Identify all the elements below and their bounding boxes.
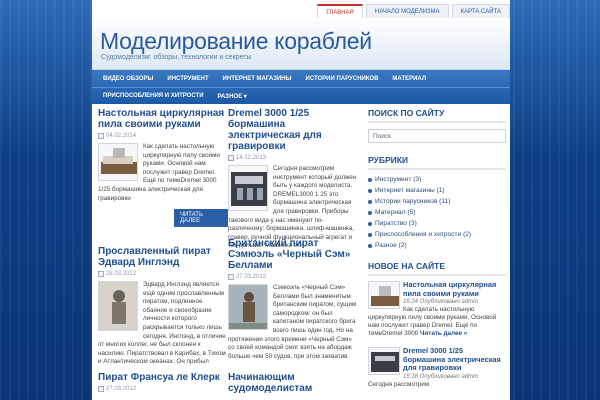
category-item[interactable]: Разное (2) bbox=[368, 240, 506, 251]
post-thumbnail[interactable] bbox=[228, 284, 268, 330]
post-card: Прославленный пират Эдвард Инглэнд 28.03… bbox=[98, 246, 228, 375]
post-title[interactable]: Британский пират Сэмюэль «Черный Сэм» Бе… bbox=[228, 238, 358, 271]
posts-area: Настольная циркулярная пила своими рукам… bbox=[98, 108, 360, 400]
new-post-read-more[interactable]: Читать далее » bbox=[420, 330, 467, 337]
new-post-thumbnail[interactable] bbox=[368, 281, 400, 309]
bullet-icon bbox=[368, 210, 372, 215]
site-tagline: Судомоделизм: обзоры, технологии и секре… bbox=[101, 54, 252, 61]
calendar-icon bbox=[98, 386, 104, 392]
nav-online-stores[interactable]: Интернет магазины bbox=[216, 76, 299, 82]
post-title[interactable]: Настольная циркулярная пила своими рукам… bbox=[98, 108, 228, 130]
main-nav: Видео обзоры Инструмент Интернет магазин… bbox=[92, 70, 510, 104]
pirate-painting-icon bbox=[229, 285, 267, 329]
post-meta: 27.03.2012 bbox=[98, 386, 228, 392]
post-excerpt: Сэмюэль «Черный Сэм» Беллами был знамени… bbox=[228, 284, 358, 378]
category-item[interactable]: Инструмент (3) bbox=[368, 174, 506, 185]
category-item[interactable]: Пиратство (3) bbox=[368, 218, 506, 229]
category-label: Инструмент (3) bbox=[375, 176, 422, 183]
bullet-icon bbox=[368, 221, 372, 226]
category-label: Пиратство (3) bbox=[375, 220, 417, 227]
post-date: 27.03.2012 bbox=[236, 274, 267, 280]
post-date: 27.03.2012 bbox=[106, 386, 137, 392]
categories-list: Инструмент (3) Интернет магазины (1) Ист… bbox=[368, 174, 506, 251]
new-post-item: Dremel 3000 1/25 бормашина электрическая… bbox=[368, 343, 506, 389]
post-title[interactable]: Прославленный пират Эдвард Инглэнд bbox=[98, 246, 228, 268]
nav-video-reviews[interactable]: Видео обзоры bbox=[96, 76, 160, 82]
post-date: 28.03.2012 bbox=[106, 271, 137, 277]
category-item[interactable]: Материал (5) bbox=[368, 207, 506, 218]
post-meta: 04.02.2014 bbox=[98, 133, 228, 139]
bullet-icon bbox=[368, 199, 372, 204]
nav-material[interactable]: Материал bbox=[385, 76, 433, 82]
post-meta: 27.03.2012 bbox=[228, 274, 358, 280]
search-widget-title: Поиск по сайту bbox=[368, 108, 506, 123]
search-input[interactable]: Поиск bbox=[368, 129, 506, 143]
new-post-item: Настольная циркулярная пила своими рукам… bbox=[368, 280, 506, 338]
category-label: Истории парусников (11) bbox=[375, 198, 451, 205]
read-more-button[interactable]: Читать далее bbox=[174, 209, 228, 228]
calendar-icon bbox=[98, 271, 104, 277]
site-title[interactable]: Моделирование кораблей bbox=[100, 28, 372, 55]
post-thumbnail[interactable] bbox=[98, 143, 138, 181]
new-post-excerpt: Сегодня рассмотрим bbox=[368, 380, 430, 388]
category-item[interactable]: Интернет магазины (1) bbox=[368, 185, 506, 196]
post-excerpt: Как сделать настольную циркулярную пилу … bbox=[98, 143, 228, 203]
post-date: 14.12.2013 bbox=[236, 155, 267, 161]
bullet-icon bbox=[368, 177, 372, 182]
post-title[interactable]: Dremel 3000 1/25 бормашина электрическая… bbox=[228, 108, 358, 152]
category-item[interactable]: Приспособления и хитрости (2) bbox=[368, 229, 506, 240]
dremel-kit-image-icon bbox=[231, 172, 267, 206]
post-card: Настольная циркулярная пила своими рукам… bbox=[98, 108, 228, 228]
saw-image-icon bbox=[101, 148, 137, 174]
category-label: Материал (5) bbox=[375, 209, 416, 216]
category-item[interactable]: Истории парусников (11) bbox=[368, 196, 506, 207]
categories-title: Рубрики bbox=[368, 155, 506, 170]
post-excerpt: Эдвард Инглэнд является ещё одним просла… bbox=[98, 281, 228, 375]
calendar-icon bbox=[228, 155, 234, 161]
category-label: Интернет магазины (1) bbox=[375, 187, 445, 194]
post-date: 04.02.2014 bbox=[106, 133, 137, 139]
post-thumbnail[interactable] bbox=[98, 281, 138, 331]
calendar-icon bbox=[228, 274, 234, 280]
bullet-icon bbox=[368, 188, 372, 193]
category-label: Приспособления и хитрости (2) bbox=[375, 231, 472, 238]
nav-misc[interactable]: Разное ▾ bbox=[211, 93, 254, 100]
post-card: Начинающим судомоделистам bbox=[228, 372, 358, 394]
bullet-icon bbox=[368, 232, 372, 237]
new-posts-title: Новое на сайте bbox=[368, 261, 506, 276]
post-title[interactable]: Пират Франсуа ле Клерк bbox=[98, 372, 228, 383]
post-thumbnail[interactable] bbox=[228, 165, 268, 211]
pirate-engraving-icon bbox=[99, 282, 137, 330]
post-meta: 14.12.2013 bbox=[228, 155, 358, 161]
nav-sailship-history[interactable]: Истории парусников bbox=[299, 76, 386, 82]
bullet-icon bbox=[368, 243, 372, 248]
new-post-thumbnail[interactable] bbox=[368, 347, 400, 375]
page: Главная Начало моделизма Карта сайта Мод… bbox=[92, 0, 510, 400]
saw-thumbnail-icon bbox=[371, 286, 399, 306]
site-header: Моделирование кораблей Судомоделизм: обз… bbox=[92, 18, 510, 70]
post-card: Пират Франсуа ле Клерк 27.03.2012 bbox=[98, 372, 228, 392]
nav-tools[interactable]: Инструмент bbox=[160, 76, 215, 82]
nav-tricks[interactable]: Приспособления и хитрости bbox=[96, 93, 211, 99]
post-card: Британский пират Сэмюэль «Черный Сэм» Бе… bbox=[228, 238, 358, 378]
sidebar: Поиск по сайту Поиск Рубрики Инструмент … bbox=[368, 108, 506, 400]
dremel-thumbnail-icon bbox=[371, 352, 399, 372]
category-label: Разное (2) bbox=[375, 242, 407, 249]
calendar-icon bbox=[98, 133, 104, 139]
post-title[interactable]: Начинающим судомоделистам bbox=[228, 372, 358, 394]
post-meta: 28.03.2012 bbox=[98, 271, 228, 277]
